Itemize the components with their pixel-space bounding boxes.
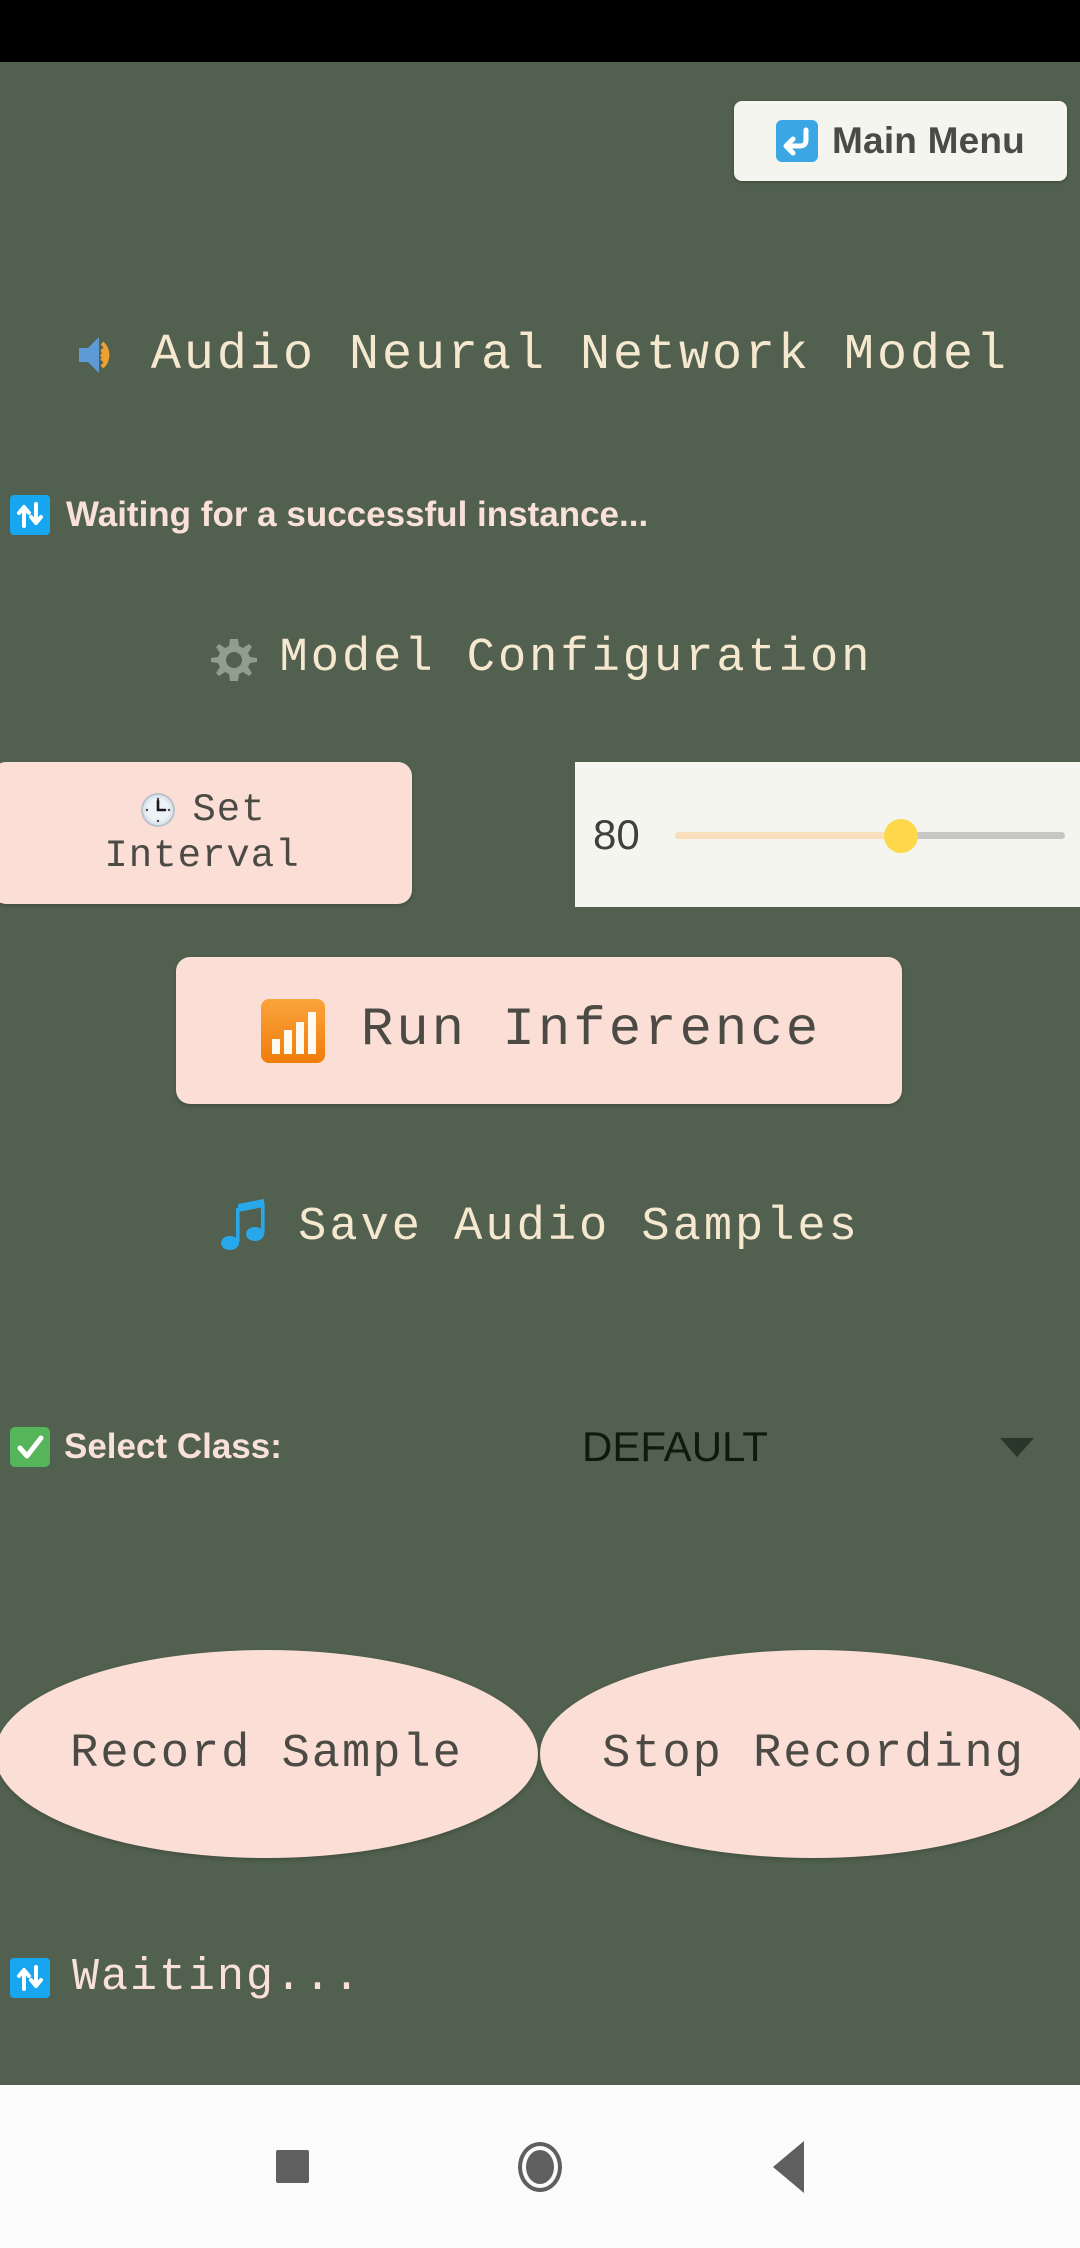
- save-audio-samples-header: Save Audio Samples: [0, 1196, 1080, 1258]
- interval-slider[interactable]: [675, 815, 1065, 855]
- system-status-bar: [0, 0, 1080, 62]
- nav-back-button[interactable]: [664, 2085, 912, 2248]
- main-menu-button[interactable]: Main Menu: [734, 101, 1067, 181]
- run-inference-button[interactable]: Run Inference: [176, 957, 902, 1104]
- interval-slider-panel[interactable]: 80: [575, 762, 1080, 907]
- clock-icon: [138, 790, 178, 830]
- vertical-arrows-sync-icon: [10, 495, 50, 535]
- triangle-back-icon: [772, 2140, 804, 2193]
- chevron-down-icon[interactable]: [1000, 1438, 1034, 1457]
- leftwards-arrow-with-hook-icon: [776, 120, 819, 162]
- model-configuration-title: Model Configuration: [279, 632, 873, 685]
- model-configuration-header: Model Configuration: [0, 632, 1080, 685]
- bar-chart-icon: [257, 995, 329, 1067]
- set-interval-label-line2: Interval: [104, 834, 300, 878]
- android-navigation-bar: [0, 2085, 1080, 2248]
- slider-thumb[interactable]: [884, 818, 919, 853]
- main-menu-label: Main Menu: [832, 120, 1025, 161]
- save-audio-samples-title: Save Audio Samples: [298, 1200, 860, 1254]
- app-content-area: Main Menu Audio Neural Network Model Wai…: [0, 62, 1080, 2085]
- run-inference-label: Run Inference: [360, 1000, 822, 1061]
- slider-fill: [675, 831, 902, 839]
- top-status-text: Waiting for a successful instance...: [66, 495, 649, 534]
- nav-recents-button[interactable]: [168, 2085, 416, 2248]
- interval-slider-value: 80: [593, 810, 640, 858]
- select-class-value[interactable]: DEFAULT: [582, 1412, 768, 1482]
- bottom-status-text: Waiting...: [72, 1952, 363, 2003]
- select-class-label: Select Class:: [64, 1427, 282, 1466]
- select-class-label-group: Select Class:: [10, 1412, 282, 1482]
- square-recents-icon: [275, 2150, 309, 2183]
- page-title-text: Audio Neural Network Model: [150, 326, 1010, 384]
- stop-recording-button[interactable]: Stop Recording: [540, 1650, 1080, 1858]
- stop-recording-label: Stop Recording: [602, 1727, 1025, 1781]
- set-interval-button[interactable]: Set Interval: [0, 762, 412, 904]
- speaker-high-volume-icon: [71, 326, 129, 384]
- circle-home-icon: [518, 2141, 562, 2192]
- page-title: Audio Neural Network Model: [0, 326, 1080, 384]
- vertical-arrows-sync-icon: [10, 1957, 50, 1998]
- bottom-status-line: Waiting...: [10, 1952, 362, 2003]
- phone-screen: Main Menu Audio Neural Network Model Wai…: [0, 0, 1080, 2248]
- record-sample-button[interactable]: Record Sample: [0, 1650, 538, 1858]
- select-class-row[interactable]: Select Class: DEFAULT: [0, 1412, 1080, 1482]
- gear-icon: [208, 633, 260, 685]
- check-mark-button-icon: [10, 1427, 50, 1467]
- musical-notes-icon: [220, 1196, 274, 1258]
- set-interval-label-line1: Set: [192, 787, 266, 832]
- top-status-line: Waiting for a successful instance...: [10, 495, 648, 535]
- record-sample-label: Record Sample: [70, 1727, 463, 1781]
- nav-home-button[interactable]: [416, 2085, 664, 2248]
